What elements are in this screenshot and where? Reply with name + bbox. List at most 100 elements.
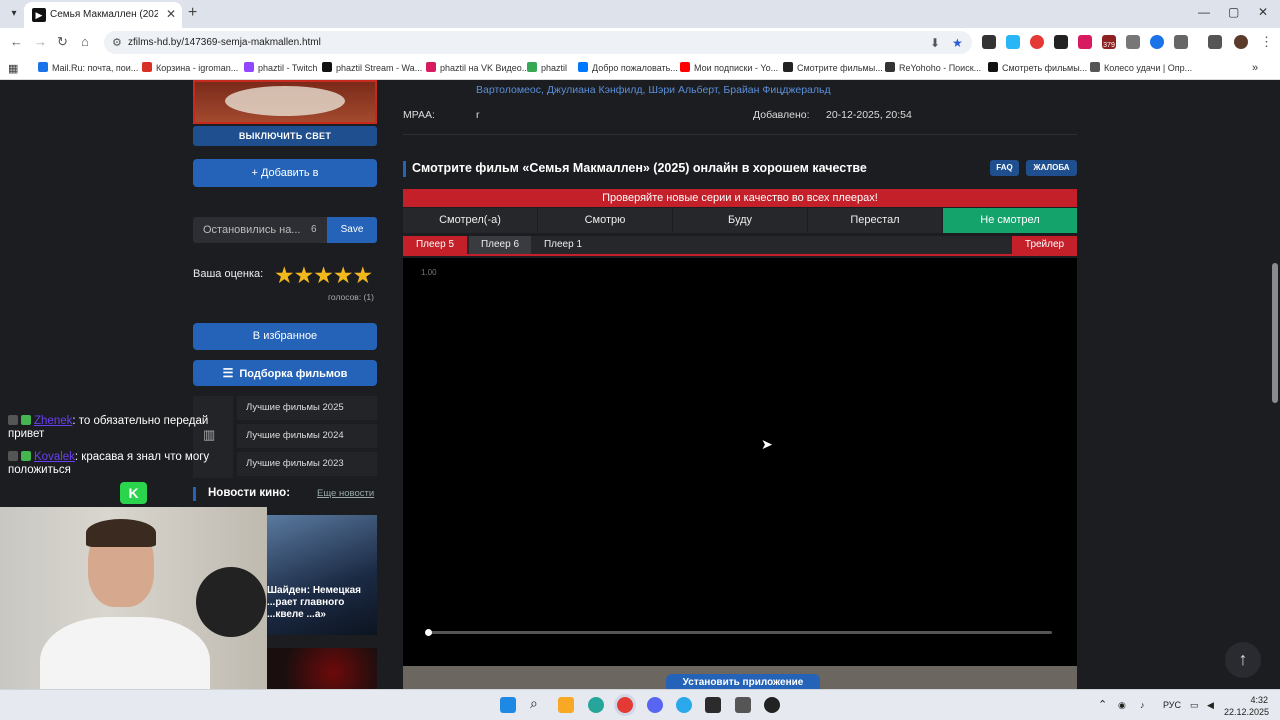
trailer-tab[interactable]: Трейлер <box>1012 236 1077 254</box>
bookmark-item[interactable]: phaztil <box>527 62 567 73</box>
bookmark-label: Mail.Ru: почта, пои... <box>52 63 139 73</box>
apps-grid-icon[interactable]: ▦ <box>8 62 18 75</box>
player-tab[interactable]: Плеер 6 <box>469 236 531 254</box>
best-films-link[interactable]: Лучшие фильмы 2023 <box>237 452 377 476</box>
bookmark-item[interactable]: Смотреть фильмы... <box>988 62 1087 73</box>
app-icon[interactable] <box>705 697 721 713</box>
progress-knob[interactable] <box>425 629 432 636</box>
rating-stars[interactable]: ★★★★★ <box>274 262 373 289</box>
file-explorer-icon[interactable] <box>558 697 574 713</box>
best-films-link[interactable]: Лучшие фильмы 2025 <box>237 396 377 420</box>
cast-list[interactable]: Вартоломеос, Джулиана Кэнфилд, Шэри Альб… <box>476 84 831 96</box>
forward-icon[interactable]: → <box>34 34 47 49</box>
status-watching[interactable]: Смотрю <box>538 208 673 233</box>
bookmark-item[interactable]: Корзина - igroman... <box>142 62 238 73</box>
bookmark-item[interactable]: Mail.Ru: почта, пои... <box>38 62 138 73</box>
bookmark-item[interactable]: Колесо удачи | Опр... <box>1090 62 1192 73</box>
extension-icon[interactable] <box>1006 35 1020 49</box>
chrome-icon[interactable] <box>617 697 633 713</box>
network-icon[interactable]: ▭ <box>1190 700 1199 711</box>
extension-icon[interactable] <box>1150 35 1164 49</box>
reload-icon[interactable]: ↻ <box>57 34 68 50</box>
tray-app-icon[interactable]: ◉ <box>1118 700 1126 711</box>
menu-kebab-icon[interactable]: ⋮ <box>1260 34 1273 50</box>
bookmark-item[interactable]: Мои подписки - Yo... <box>680 62 778 73</box>
site-info-icon[interactable]: ⚙ <box>112 36 122 49</box>
scroll-to-top-button[interactable]: ↑ <box>1225 642 1261 678</box>
extension-icon[interactable] <box>1054 35 1068 49</box>
bookmark-item[interactable]: phaztil на VK Видео... <box>426 62 529 73</box>
bookmark-label: Смотрите фильмы... <box>797 63 883 73</box>
lights-off-button[interactable]: ВЫКЛЮЧИТЬ СВЕТ <box>193 126 377 146</box>
add-to-button[interactable]: + Добавить в <box>193 159 377 187</box>
news-accent-bar <box>193 487 196 501</box>
back-icon[interactable]: ← <box>10 34 23 49</box>
news-card[interactable]: Шайден: Немецкая ...рает главного ...кве… <box>267 515 377 635</box>
extension-badge-icon[interactable]: 379 <box>1102 35 1116 49</box>
discord-icon[interactable] <box>647 697 663 713</box>
bookmark-item[interactable]: phaztil - Twitch <box>244 62 317 73</box>
bookmark-star-icon[interactable]: ★ <box>952 36 963 50</box>
status-not-watched[interactable]: Не смотрел <box>943 208 1077 233</box>
status-will-watch[interactable]: Буду <box>673 208 808 233</box>
chat-message: Zhenek: то обязательно передай привет <box>8 415 234 441</box>
video-progress-bar[interactable] <box>425 629 1052 636</box>
notice-banner: Проверяйте новые серии и качество во все… <box>403 189 1077 207</box>
stopped-at-input[interactable]: Остановились на... <box>193 217 327 243</box>
tray-chevron-icon[interactable]: ⌃ <box>1098 698 1107 711</box>
page-scrollbar[interactable] <box>1270 80 1280 689</box>
more-bookmarks-icon[interactable]: » <box>1252 62 1258 74</box>
status-watched[interactable]: Смотрел(-а) <box>403 208 538 233</box>
start-windows-icon[interactable] <box>500 697 516 713</box>
video-player[interactable]: 1.00 ➤ <box>403 258 1077 666</box>
news-more-link[interactable]: Еще новости <box>317 488 374 499</box>
home-icon[interactable]: ⌂ <box>81 34 89 49</box>
volume-icon[interactable]: ◀ <box>1207 700 1214 711</box>
save-button[interactable]: Save <box>327 217 377 243</box>
new-tab-button[interactable]: + <box>188 4 197 22</box>
player-tab[interactable]: Плеер 5 <box>403 236 467 254</box>
browser-tab-active[interactable]: ▶ Семья Макмаллен (2025) Смо ✕ <box>24 2 182 28</box>
obs-icon[interactable] <box>764 697 780 713</box>
install-app-icon[interactable]: ⬇ <box>930 36 940 50</box>
telegram-icon[interactable] <box>676 697 692 713</box>
collection-button[interactable]: ☰ Подборка фильмов <box>193 360 377 386</box>
favorites-button[interactable]: В избранное <box>193 323 377 350</box>
edge-icon[interactable] <box>588 697 604 713</box>
status-stopped[interactable]: Перестал <box>808 208 943 233</box>
tab-close-icon[interactable]: ✕ <box>166 7 176 21</box>
extension-icon[interactable] <box>1030 35 1044 49</box>
maximize-icon[interactable]: ▢ <box>1228 5 1239 19</box>
windows-taskbar: ⌕ ⌃ ◉ ♪ РУС ▭ ◀ 4:32 22.12.2025 <box>0 689 1280 720</box>
microphone-tray-icon[interactable]: ♪ <box>1140 700 1145 710</box>
bookmark-item[interactable]: Добро пожаловать... <box>578 62 678 73</box>
faq-button[interactable]: FAQ <box>990 160 1019 176</box>
extension-icon[interactable] <box>1078 35 1092 49</box>
best-films-link[interactable]: Лучшие фильмы 2024 <box>237 424 377 448</box>
extension-icon[interactable] <box>982 35 996 49</box>
bookmark-item[interactable]: ReYohoho - Поиск... <box>885 62 981 73</box>
address-bar[interactable]: ⚙ zfilms-hd.by/147369-semja-makmallen.ht… <box>104 31 972 54</box>
tab-search-icon[interactable]: ▾ <box>4 4 24 24</box>
extension-icon[interactable] <box>1126 35 1140 49</box>
reading-list-icon[interactable] <box>1208 35 1222 49</box>
extensions-puzzle-icon[interactable] <box>1174 35 1188 49</box>
system-clock[interactable]: 4:32 22.12.2025 <box>1224 694 1269 718</box>
profile-avatar[interactable] <box>1234 35 1248 49</box>
news-card[interactable] <box>267 648 377 689</box>
app-icon[interactable] <box>735 697 751 713</box>
language-indicator[interactable]: РУС <box>1163 700 1181 710</box>
minimize-icon[interactable]: — <box>1198 5 1210 19</box>
close-window-icon[interactable]: ✕ <box>1258 5 1268 19</box>
playback-speed[interactable]: 1.00 <box>421 268 437 277</box>
bookmark-item[interactable]: Смотрите фильмы... <box>783 62 883 73</box>
bookmark-item[interactable]: phaztil Stream - Wa... <box>322 62 422 73</box>
complaint-button[interactable]: ЖАЛОБА <box>1026 160 1077 176</box>
bookmark-favicon-icon <box>988 62 998 72</box>
bookmark-label: Смотреть фильмы... <box>1002 63 1088 73</box>
scrollbar-thumb[interactable] <box>1272 263 1278 403</box>
install-app-button[interactable]: Установить приложение <box>666 674 820 689</box>
search-icon[interactable]: ⌕ <box>530 695 546 711</box>
divider <box>403 134 1077 135</box>
player-tab[interactable]: Плеер 1 <box>533 236 593 254</box>
